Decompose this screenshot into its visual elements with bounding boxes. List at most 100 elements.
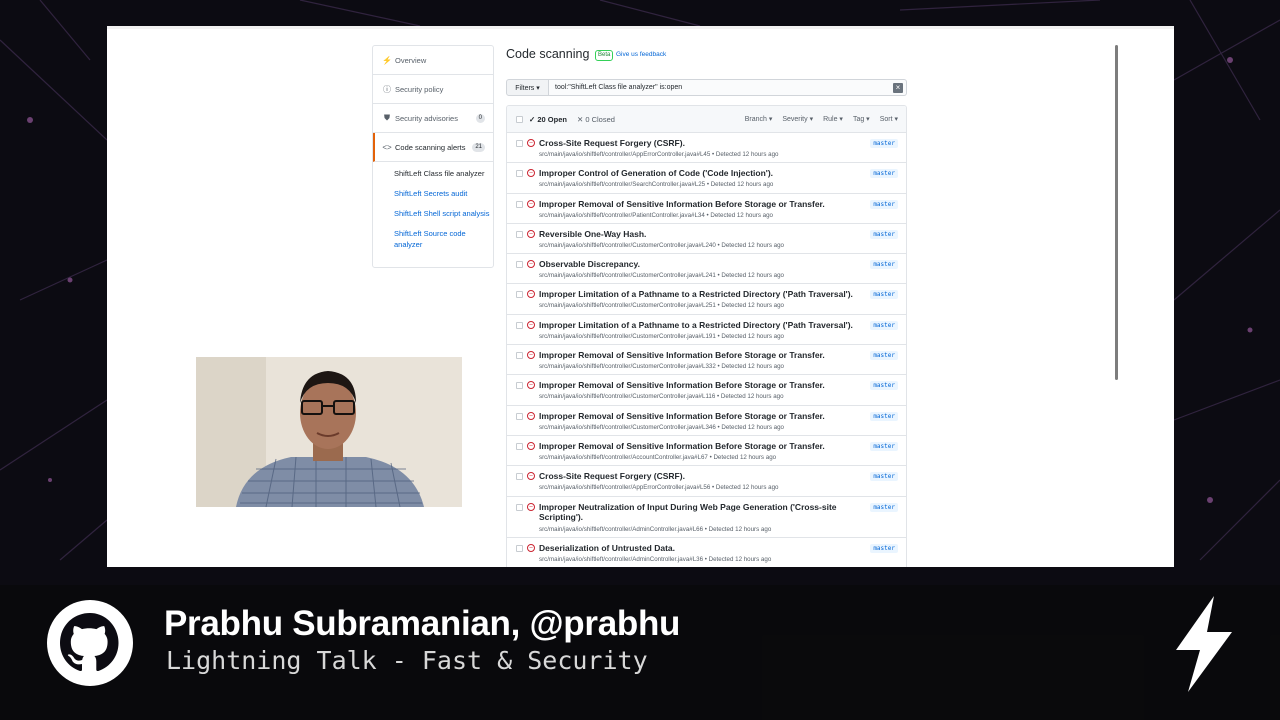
alert-row[interactable]: – Improper Removal of Sensitive Informati… <box>507 193 906 224</box>
alert-location: src/main/java/io/shiftleft/controller/Cu… <box>539 363 784 371</box>
branch-label[interactable]: master <box>870 290 898 300</box>
alert-row[interactable]: – Deserialization of Untrusted Data. src/m… <box>507 537 906 567</box>
select-all-checkbox[interactable] <box>516 115 523 123</box>
branch-label[interactable]: master <box>870 441 898 451</box>
alert-checkbox[interactable] <box>516 170 523 178</box>
speaker-webcam-video <box>196 357 462 507</box>
tag-filter-dropdown[interactable]: Tag ▾ <box>853 115 870 123</box>
alert-location: src/main/java/io/shiftleft/controller/Cu… <box>539 332 784 340</box>
branch-label[interactable]: master <box>870 543 898 553</box>
alert-title-link[interactable]: Cross-Site Request Forgery (CSRF). <box>539 471 859 482</box>
alert-row[interactable]: – Improper Removal of Sensitive Informati… <box>507 405 906 436</box>
alert-checkbox[interactable] <box>516 503 523 511</box>
alert-checkbox[interactable] <box>516 352 523 360</box>
alert-location: src/main/java/io/shiftleft/controller/Cu… <box>539 302 784 310</box>
alert-checkbox[interactable] <box>516 412 523 420</box>
search-input[interactable]: tool:"ShiftLeft Class file analyzer" is:… <box>549 79 907 96</box>
count-badge: 21 <box>472 143 485 152</box>
tool-link-shell-script-analysis[interactable]: ShiftLeft Shell script analysis <box>394 208 493 219</box>
error-severity-icon: – <box>527 441 535 450</box>
alerts-list: ✓ 20 Open ✕ 0 Closed Branch ▾ Severity ▾… <box>506 105 907 567</box>
alert-rows: – Cross-Site Request Forgery (CSRF). src/m… <box>507 133 906 567</box>
alert-row[interactable]: – Improper Removal of Sensitive Informati… <box>507 375 906 406</box>
alert-title-link[interactable]: Improper Removal of Sensitive Informatio… <box>539 411 859 422</box>
clear-search-icon[interactable]: × <box>893 83 903 93</box>
alert-title-link[interactable]: Improper Removal of Sensitive Informatio… <box>539 441 859 452</box>
alert-checkbox[interactable] <box>516 544 523 552</box>
open-alerts-filter[interactable]: ✓ 20 Open <box>529 115 567 124</box>
alert-row[interactable]: – Cross-Site Request Forgery (CSRF). src/m… <box>507 466 906 497</box>
alert-title-link[interactable]: Improper Removal of Sensitive Informatio… <box>539 380 859 391</box>
alert-title-link[interactable]: Improper Limitation of a Pathname to a R… <box>539 289 859 300</box>
error-severity-icon: – <box>527 351 535 360</box>
alert-title-link[interactable]: Improper Removal of Sensitive Informatio… <box>539 199 859 210</box>
alert-checkbox[interactable] <box>516 442 523 450</box>
alert-row[interactable]: – Improper Limitation of a Pathname to a … <box>507 284 906 315</box>
speaker-name: Prabhu Subramanian, @prabhu <box>164 604 681 643</box>
alert-title-link[interactable]: Improper Neutralization of Input During … <box>539 502 859 523</box>
alert-title-link[interactable]: Improper Control of Generation of Code (… <box>539 168 859 179</box>
sidebar-item-code-scanning-alerts[interactable]: <> Code scanning alerts 21 <box>373 133 493 162</box>
alert-title-link[interactable]: Observable Discrepancy. <box>539 259 859 270</box>
alert-location: src/main/java/io/shiftleft/controller/Cu… <box>539 393 784 401</box>
error-severity-icon: – <box>527 229 535 238</box>
branch-label[interactable]: master <box>870 139 898 148</box>
rule-filter-dropdown[interactable]: Rule ▾ <box>823 115 843 123</box>
filters-dropdown-button[interactable]: Filters ▾ <box>506 79 549 96</box>
alert-title-link[interactable]: Cross-Site Request Forgery (CSRF). <box>539 138 859 149</box>
alert-checkbox[interactable] <box>516 230 523 238</box>
alert-checkbox[interactable] <box>516 140 523 147</box>
branch-label[interactable]: master <box>870 472 898 482</box>
alert-location: src/main/java/io/shiftleft/controller/Pa… <box>539 211 773 219</box>
severity-filter-dropdown[interactable]: Severity ▾ <box>782 115 813 123</box>
branch-label[interactable]: master <box>870 320 898 330</box>
sidebar-item-security-advisories[interactable]: ⛊ Security advisories 0 <box>373 104 493 133</box>
alert-row[interactable]: – Improper Limitation of a Pathname to a … <box>507 314 906 346</box>
alert-row[interactable]: – Reversible One-Way Hash. src/main/java/i… <box>507 223 906 255</box>
branch-label[interactable]: master <box>870 351 898 361</box>
closed-alerts-filter[interactable]: ✕ 0 Closed <box>577 115 615 124</box>
alert-row[interactable]: – Improper Removal of Sensitive Informati… <box>507 435 906 467</box>
alert-title-link[interactable]: Improper Removal of Sensitive Informatio… <box>539 350 859 361</box>
feedback-link[interactable]: Give us feedback <box>616 51 666 58</box>
error-severity-icon: – <box>527 472 535 481</box>
sidebar-item-security-policy[interactable]: ⓘ Security policy <box>373 75 493 104</box>
sort-dropdown[interactable]: Sort ▾ <box>880 115 898 123</box>
alert-title-link[interactable]: Improper Limitation of a Pathname to a R… <box>539 320 859 331</box>
code-icon: <> <box>382 142 392 152</box>
alert-title-link[interactable]: Reversible One-Way Hash. <box>539 229 859 240</box>
alerts-list-header: ✓ 20 Open ✕ 0 Closed Branch ▾ Severity ▾… <box>507 106 906 133</box>
alert-row[interactable]: – Improper Control of Generation of Code … <box>507 163 906 194</box>
page-scrollbar[interactable] <box>1115 45 1118 380</box>
alert-location: src/main/java/io/shiftleft/controller/Cu… <box>539 241 784 249</box>
alert-checkbox[interactable] <box>516 382 523 390</box>
branch-label[interactable]: master <box>870 260 898 270</box>
alert-title-link[interactable]: Deserialization of Untrusted Data. <box>539 543 859 554</box>
tool-link-source-code-analyzer[interactable]: ShiftLeft Source code analyzer <box>394 228 493 250</box>
alert-row[interactable]: – Cross-Site Request Forgery (CSRF). src/m… <box>507 133 906 164</box>
branch-label[interactable]: master <box>870 169 898 179</box>
branch-label[interactable]: master <box>870 381 898 391</box>
rocket-icon: ⚡ <box>382 55 392 65</box>
sidebar-item-label: Security policy <box>395 84 444 94</box>
error-severity-icon: – <box>527 199 535 208</box>
tool-link-secrets-audit[interactable]: ShiftLeft Secrets audit <box>394 188 493 199</box>
branch-label[interactable]: master <box>870 502 898 512</box>
alert-checkbox[interactable] <box>516 291 523 299</box>
alert-checkbox[interactable] <box>516 321 523 329</box>
sidebar-item-overview[interactable]: ⚡ Overview <box>373 46 493 75</box>
tool-link-class-file-analyzer[interactable]: ShiftLeft Class file analyzer <box>394 168 493 179</box>
alert-checkbox[interactable] <box>516 200 523 208</box>
alert-row[interactable]: – Improper Removal of Sensitive Informati… <box>507 345 906 376</box>
info-icon: ⓘ <box>383 84 391 94</box>
search-query-text: tool:"ShiftLeft Class file analyzer" is:… <box>555 84 683 91</box>
alert-checkbox[interactable] <box>516 473 523 481</box>
branch-label[interactable]: master <box>870 229 898 239</box>
alert-checkbox[interactable] <box>516 261 523 269</box>
alert-row[interactable]: – Improper Neutralization of Input During… <box>507 496 906 538</box>
alert-row[interactable]: – Observable Discrepancy. src/main/java/io… <box>507 254 906 285</box>
error-severity-icon: – <box>527 260 535 269</box>
branch-label[interactable]: master <box>870 411 898 421</box>
branch-filter-dropdown[interactable]: Branch ▾ <box>745 115 773 123</box>
branch-label[interactable]: master <box>870 199 898 209</box>
